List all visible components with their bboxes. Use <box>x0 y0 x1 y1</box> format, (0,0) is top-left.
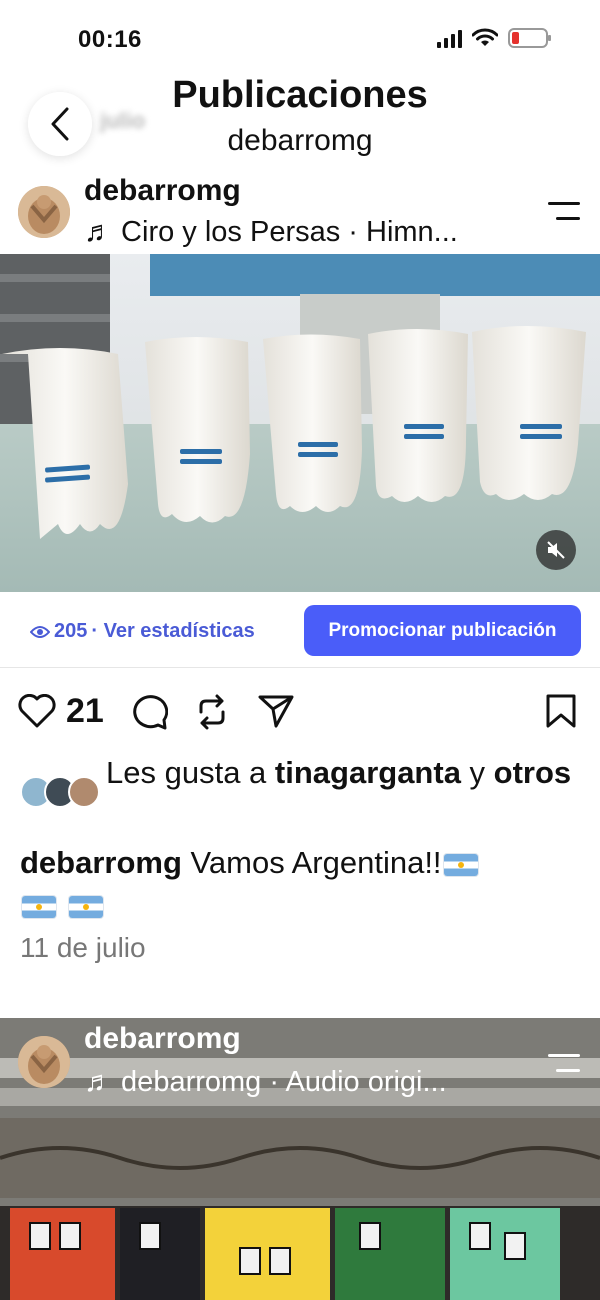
stats-label: · Ver estadísticas <box>91 620 255 642</box>
wifi-icon <box>472 28 498 46</box>
ceramic-cups-photo <box>0 254 600 592</box>
like-button[interactable] <box>18 693 56 733</box>
battery-icon <box>508 28 551 48</box>
post-caption: debarromg Vamos Argentina!! <box>20 842 580 926</box>
likes-prefix: Les gusta a <box>106 755 275 790</box>
avatar[interactable] <box>18 186 70 238</box>
post-header: debarromg ♬ Ciro y los Persas · Himn... <box>0 170 600 254</box>
eye-icon <box>30 625 50 638</box>
back-button[interactable] <box>28 92 92 156</box>
next-post-username[interactable]: debarromg <box>84 1022 241 1056</box>
argentina-flag-icon <box>443 853 478 876</box>
liker-avatar <box>68 776 100 808</box>
next-post-header: debarromg ♬ debarromg · Audio origi... <box>0 1018 600 1108</box>
bookmark-icon <box>546 694 576 728</box>
repost-icon <box>199 694 225 730</box>
mute-icon <box>547 541 565 559</box>
promote-button[interactable]: Promocionar publicación <box>304 605 581 656</box>
page-title: Publicaciones <box>172 74 428 116</box>
back-icon <box>51 107 69 141</box>
post-image[interactable] <box>0 254 600 592</box>
share-button[interactable] <box>258 694 294 733</box>
next-post[interactable]: debarromg ♬ debarromg · Audio origi... <box>0 1018 600 1300</box>
mute-button[interactable] <box>536 530 576 570</box>
insights-bar: 205 · Ver estadísticas Promocionar publi… <box>0 592 600 668</box>
menu-icon[interactable] <box>548 1054 580 1076</box>
avatar[interactable] <box>18 1036 70 1088</box>
status-icons <box>437 28 551 48</box>
menu-icon[interactable] <box>548 202 580 224</box>
liker-avatars <box>20 776 104 810</box>
views-count: 205 <box>54 620 88 642</box>
like-count[interactable]: 21 <box>66 692 104 731</box>
argentina-flag-icon <box>22 895 56 918</box>
status-time: 00:16 <box>78 26 142 53</box>
comment-button[interactable] <box>130 694 169 735</box>
liked-by-user[interactable]: tinagarganta <box>275 755 461 790</box>
post-actions: 21 <box>0 686 600 738</box>
comment-icon <box>133 695 169 730</box>
next-post-music[interactable]: ♬ debarromg · Audio origi... <box>84 1066 447 1099</box>
post-username[interactable]: debarromg <box>84 174 241 208</box>
avatar-image <box>18 1036 70 1088</box>
status-bar: 00:16 <box>0 0 600 80</box>
page-header: Publicaciones debarromg <box>0 70 600 170</box>
share-icon <box>258 695 294 728</box>
stats-link[interactable]: 205 · Ver estadísticas <box>30 620 255 643</box>
likes-conj: y <box>460 755 494 790</box>
post-date: 11 de julio <box>20 932 146 963</box>
avatar-image <box>18 186 70 238</box>
caption-username[interactable]: debarromg <box>20 845 182 880</box>
argentina-flag-icon <box>68 895 103 918</box>
bookmark-button[interactable] <box>546 694 576 733</box>
heart-icon <box>18 693 56 728</box>
signal-icon <box>437 28 462 48</box>
repost-button[interactable] <box>194 694 230 735</box>
likes-text: Les gusta a tinagarganta y otros <box>106 752 586 794</box>
likes-others[interactable]: otros <box>494 755 572 790</box>
caption-text: Vamos Argentina!! <box>181 845 442 880</box>
music-track[interactable]: ♬ Ciro y los Persas · Himn... <box>84 216 458 249</box>
